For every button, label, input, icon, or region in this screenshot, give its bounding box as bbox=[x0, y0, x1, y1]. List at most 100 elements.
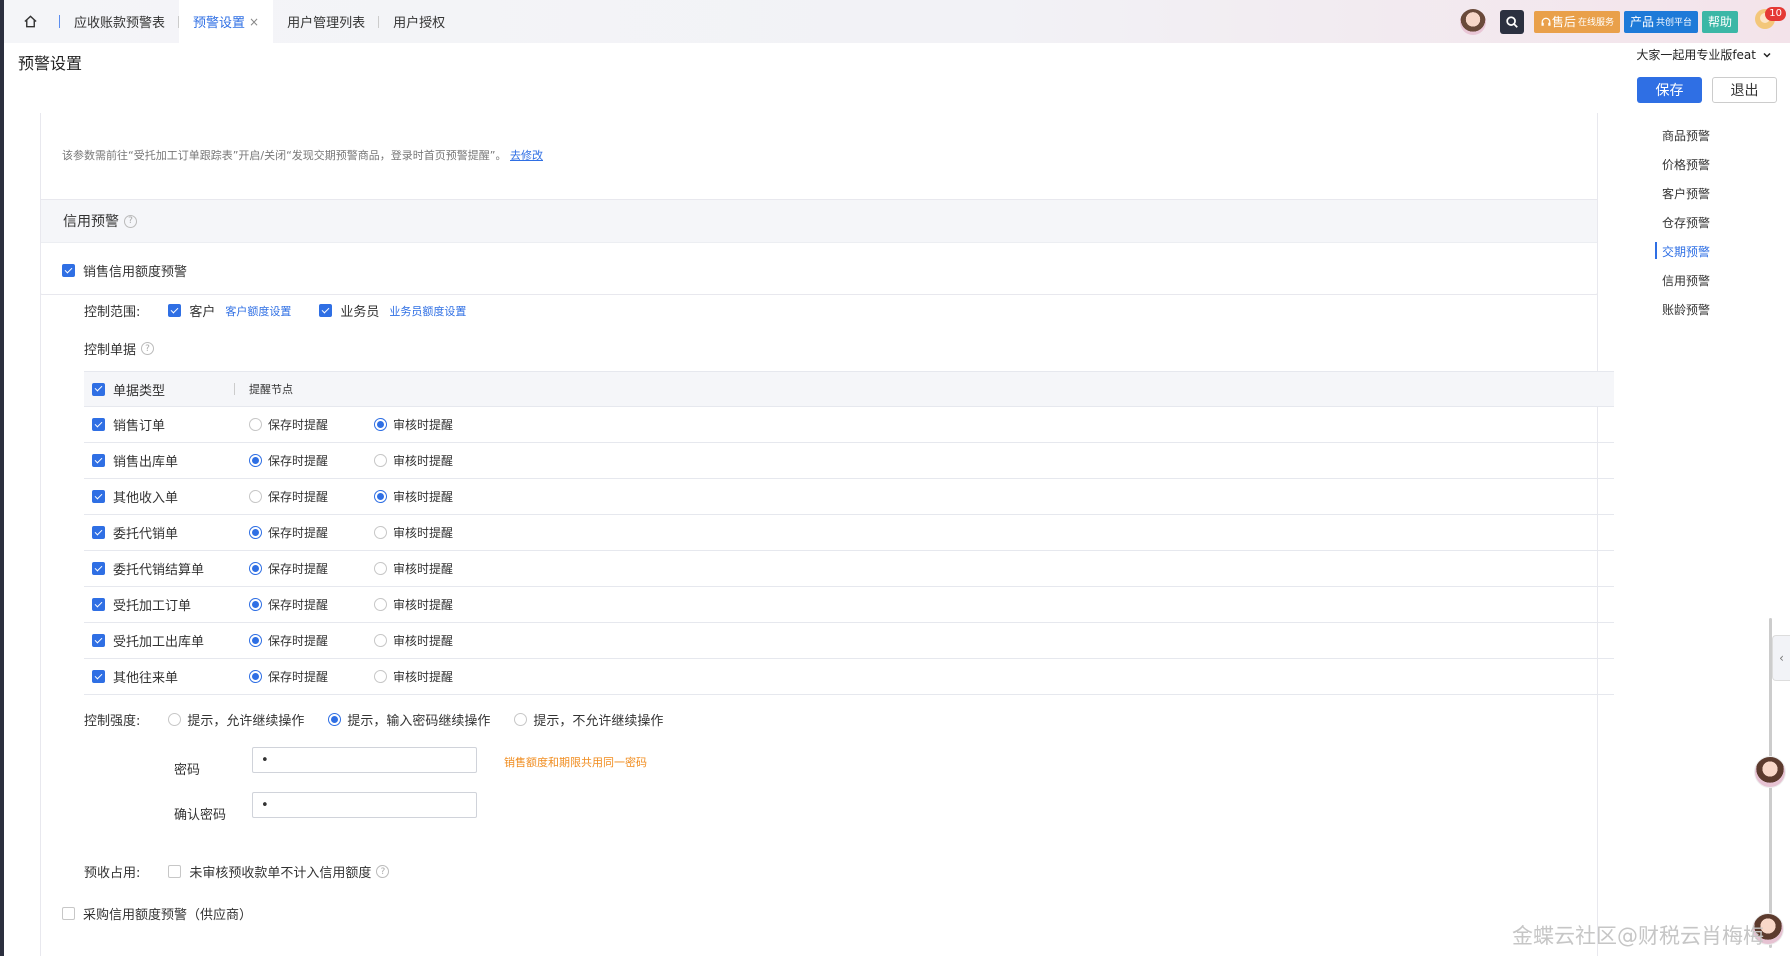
watermark: 金蝶云社区@财税云肖梅梅 bbox=[1512, 924, 1764, 948]
customer-quota-link[interactable]: 客户额度设置 bbox=[225, 303, 291, 319]
help-button[interactable]: 帮助 bbox=[1701, 10, 1738, 33]
left-edge-strip bbox=[0, 0, 4, 956]
go-modify-link[interactable]: 去修改 bbox=[510, 149, 543, 162]
search-icon bbox=[1506, 15, 1518, 28]
option-audit-reminder[interactable]: 审核时提醒 bbox=[374, 632, 499, 649]
row-checkbox[interactable] bbox=[92, 598, 105, 611]
side-nav-item[interactable]: 信用预警 bbox=[1662, 272, 1710, 289]
option-save-reminder[interactable]: 保存时提醒 bbox=[249, 488, 374, 505]
help-question-icon[interactable]: ? bbox=[141, 342, 155, 355]
floating-assistant-avatar[interactable] bbox=[1754, 756, 1786, 788]
save-button[interactable]: 保存 bbox=[1637, 77, 1702, 103]
option-audit-reminder[interactable]: 审核时提醒 bbox=[374, 560, 499, 577]
password-label: 密码 bbox=[174, 763, 201, 778]
home-tab[interactable] bbox=[0, 0, 60, 43]
control-strength-row: 控制强度: 提示，允许继续操作 提示，输入密码继续操作 提示，不允许继续操作 bbox=[84, 710, 663, 729]
collapse-nav-button[interactable]: ‹ bbox=[1772, 635, 1790, 681]
salesman-quota-link[interactable]: 业务员额度设置 bbox=[389, 303, 466, 319]
option-save-reminder[interactable]: 保存时提醒 bbox=[249, 416, 374, 433]
chevron-down-icon bbox=[1763, 52, 1771, 58]
settings-content: 该参数需前往“受托加工订单跟踪表”开启/关闭“发现交期预警商品，登录时首页预警提… bbox=[4, 113, 1634, 956]
after-sales-button[interactable]: 售后 在线服务 bbox=[1533, 10, 1620, 33]
password-field[interactable]: • bbox=[252, 747, 477, 773]
table-row: 销售出库单 保存时提醒 审核时提醒 bbox=[84, 443, 1614, 479]
option-audit-reminder[interactable]: 审核时提醒 bbox=[374, 452, 499, 469]
prepay-row: 预收占用: 未审核预收款单不计入信用额度 ? bbox=[84, 862, 390, 881]
edition-selector[interactable]: 大家一起用专业版feat bbox=[1636, 46, 1772, 63]
option-save-reminder[interactable]: 保存时提醒 bbox=[249, 632, 374, 649]
option-save-reminder[interactable]: 保存时提醒 bbox=[249, 452, 374, 469]
strength-option-password[interactable]: 提示，输入密码继续操作 bbox=[328, 710, 490, 729]
table-row: 其他收入单 保存时提醒 审核时提醒 bbox=[84, 479, 1614, 515]
table-row: 其他往来单 保存时提醒 审核时提醒 bbox=[84, 659, 1614, 695]
side-nav-item[interactable]: 交期预警 bbox=[1662, 243, 1710, 260]
table-row: 委托代销单 保存时提醒 审核时提醒 bbox=[84, 515, 1614, 551]
side-nav-item[interactable]: 商品预警 bbox=[1662, 127, 1710, 144]
option-audit-reminder[interactable]: 审核时提醒 bbox=[374, 488, 499, 505]
table-row: 委托代销结算单 保存时提醒 审核时提醒 bbox=[84, 551, 1614, 587]
co-creation-platform-button[interactable]: 产品 共创平台 bbox=[1623, 10, 1698, 33]
option-save-reminder[interactable]: 保存时提醒 bbox=[249, 560, 374, 577]
option-save-reminder[interactable]: 保存时提醒 bbox=[249, 596, 374, 613]
row-checkbox[interactable] bbox=[92, 526, 105, 539]
control-docs-table: 单据类型 提醒节点 销售订单 保存时提醒 审核时提醒 销售出库单 保存时提醒 审核时提醒其… bbox=[84, 371, 1614, 695]
select-all-checkbox[interactable] bbox=[92, 382, 105, 396]
table-row: 受托加工出库单 保存时提醒 审核时提醒 bbox=[84, 623, 1614, 659]
notification-badge: 10 bbox=[1765, 6, 1786, 21]
confirm-password-label: 确认密码 bbox=[174, 808, 227, 823]
side-nav-item[interactable]: 账龄预警 bbox=[1662, 301, 1710, 318]
option-audit-reminder[interactable]: 审核时提醒 bbox=[374, 524, 499, 541]
row-checkbox[interactable] bbox=[92, 490, 105, 503]
strength-option-block[interactable]: 提示，不允许继续操作 bbox=[514, 710, 663, 729]
prepay-checkbox[interactable] bbox=[168, 865, 182, 878]
table-row: 销售订单 保存时提醒 审核时提醒 bbox=[84, 407, 1614, 443]
chevron-left-icon: ‹ bbox=[1779, 651, 1784, 665]
row-checkbox[interactable] bbox=[92, 454, 105, 467]
table-row: 受托加工订单 保存时提醒 审核时提醒 bbox=[84, 587, 1614, 623]
control-scope-row: 控制范围: 客户 客户额度设置 业务员 业务员额度设置 bbox=[84, 303, 467, 320]
row-checkbox[interactable] bbox=[92, 418, 105, 431]
table-header: 单据类型 提醒节点 bbox=[84, 371, 1614, 407]
close-icon[interactable]: × bbox=[249, 15, 259, 29]
purchase-credit-checkbox[interactable] bbox=[62, 907, 75, 920]
delivery-warning-hint: 该参数需前往“受托加工订单跟踪表”开启/关闭“发现交期预警商品，登录时首页预警提… bbox=[62, 149, 543, 162]
sales-credit-checkbox[interactable] bbox=[62, 264, 75, 277]
side-nav-item[interactable]: 客户预警 bbox=[1662, 185, 1710, 202]
tab-user-auth[interactable]: 用户授权 bbox=[379, 0, 459, 43]
option-save-reminder[interactable]: 保存时提醒 bbox=[249, 668, 374, 685]
option-save-reminder[interactable]: 保存时提醒 bbox=[249, 524, 374, 541]
tab-user-list[interactable]: 用户管理列表 bbox=[273, 0, 380, 43]
row-checkbox[interactable] bbox=[92, 634, 105, 647]
sales-credit-warning-toggle[interactable]: 销售信用额度预警 bbox=[62, 261, 187, 280]
strength-option-allow[interactable]: 提示，允许继续操作 bbox=[168, 710, 304, 729]
assistant-avatar[interactable] bbox=[1459, 8, 1486, 35]
option-audit-reminder[interactable]: 审核时提醒 bbox=[374, 668, 499, 685]
top-right-tools: 售后 在线服务 产品 共创平台 帮助 10 bbox=[1459, 0, 1790, 43]
headset-icon bbox=[1541, 17, 1551, 26]
control-docs-label: 控制单据 ? bbox=[84, 339, 155, 358]
user-avatar-notifications[interactable]: 10 bbox=[1752, 6, 1786, 37]
search-button[interactable] bbox=[1499, 9, 1524, 34]
tab-warning-settings[interactable]: 预警设置 × bbox=[179, 0, 274, 43]
section-nav: 商品预警价格预警客户预警仓存预警交期预警信用预警账龄预警 ‹ bbox=[1634, 113, 1790, 956]
credit-warning-header: 信用预警 ? bbox=[41, 200, 1597, 243]
purchase-credit-warning-toggle[interactable]: 采购信用额度预警（供应商） bbox=[62, 904, 252, 923]
row-checkbox[interactable] bbox=[92, 670, 105, 683]
help-question-icon[interactable]: ? bbox=[376, 865, 390, 878]
exit-button[interactable]: 退出 bbox=[1712, 77, 1777, 103]
page-header: 预警设置 大家一起用专业版feat 保存 退出 bbox=[4, 43, 1790, 113]
home-icon bbox=[23, 15, 37, 28]
tab-receivable-warning[interactable]: 应收账款预警表 bbox=[60, 0, 180, 43]
row-checkbox[interactable] bbox=[92, 562, 105, 575]
confirm-password-field[interactable]: • bbox=[252, 792, 477, 818]
active-indicator bbox=[1655, 242, 1657, 259]
option-audit-reminder[interactable]: 审核时提醒 bbox=[374, 596, 499, 613]
side-nav-item[interactable]: 仓存预警 bbox=[1662, 214, 1710, 231]
help-question-icon[interactable]: ? bbox=[124, 214, 137, 228]
password-hint: 销售额度和期限共用同一密码 bbox=[504, 756, 647, 769]
top-bar: 应收账款预警表 预警设置 × 用户管理列表 用户授权 售后 在线服务 产品 共创平台 … bbox=[0, 0, 1790, 43]
salesman-checkbox[interactable] bbox=[319, 304, 333, 317]
side-nav-item[interactable]: 价格预警 bbox=[1662, 156, 1710, 173]
option-audit-reminder[interactable]: 审核时提醒 bbox=[374, 416, 499, 433]
customer-checkbox[interactable] bbox=[168, 304, 182, 317]
